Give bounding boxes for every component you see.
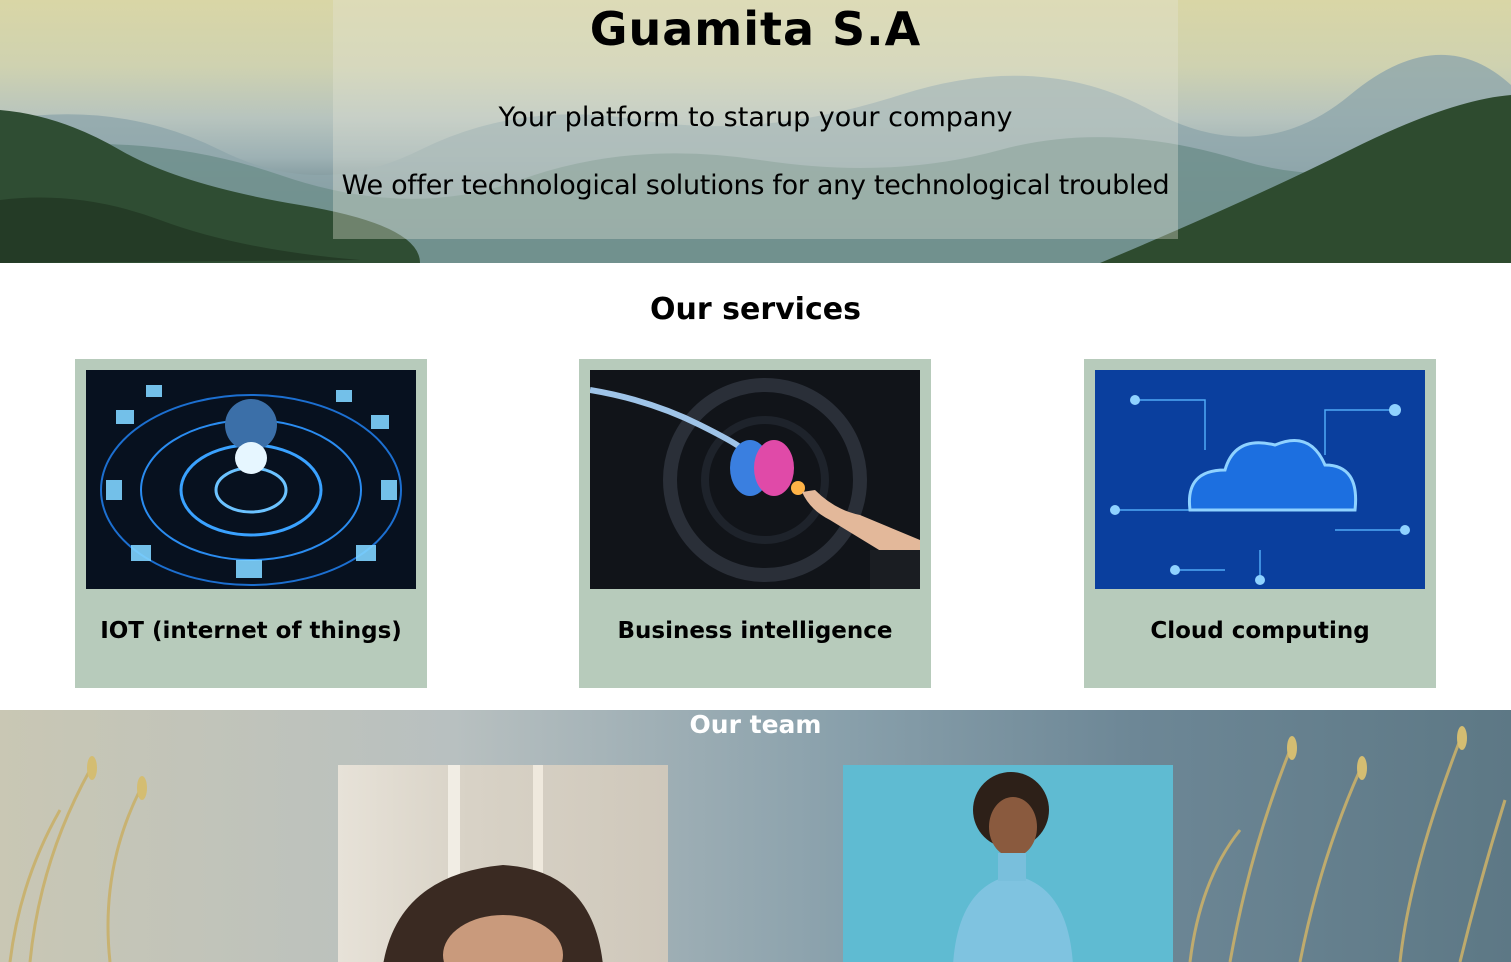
service-card-iot[interactable]: IOT (internet of things) xyxy=(75,359,427,688)
service-card-cloud-computing[interactable]: Cloud computing xyxy=(1084,359,1436,688)
cloud-computing-image xyxy=(1095,370,1425,589)
team-member-photo-2[interactable] xyxy=(843,765,1173,962)
iot-image xyxy=(86,370,416,589)
grass-field-image xyxy=(8,726,1507,962)
company-title: Guamita S.A xyxy=(589,2,922,56)
hero-text-panel: Guamita S.A Your platform to starup your… xyxy=(333,0,1178,239)
hero-banner: Guamita S.A Your platform to starup your… xyxy=(0,0,1511,263)
service-card-business-intelligence[interactable]: Business intelligence xyxy=(579,359,931,688)
service-label-business-intelligence: Business intelligence xyxy=(617,618,893,644)
team-heading: Our team xyxy=(689,710,822,739)
hero-tagline: Your platform to starup your company xyxy=(498,102,1013,133)
service-label-iot: IOT (internet of things) xyxy=(100,618,402,644)
services-heading: Our services xyxy=(650,292,861,327)
service-label-cloud-computing: Cloud computing xyxy=(1150,618,1370,644)
team-section: Our team xyxy=(0,710,1511,962)
business-intelligence-image xyxy=(590,370,920,589)
team-member-photo-1[interactable] xyxy=(338,765,668,962)
hero-description: We offer technological solutions for any… xyxy=(341,170,1170,201)
